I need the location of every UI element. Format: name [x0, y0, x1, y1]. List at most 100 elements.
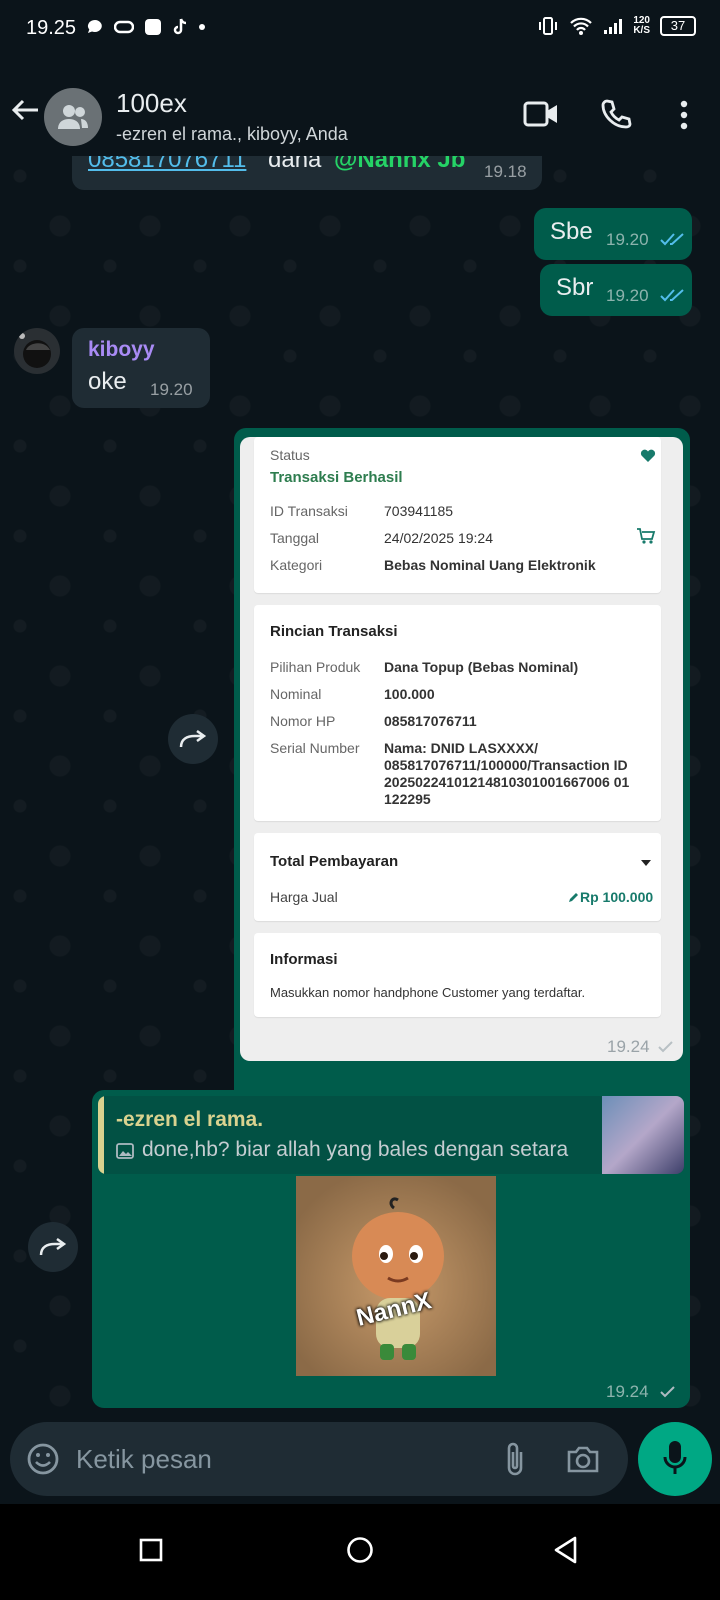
vibrate-icon	[539, 17, 558, 35]
id-value: 703941185	[384, 503, 454, 519]
sender-avatar[interactable]	[14, 328, 60, 374]
chat-notification-icon	[87, 19, 102, 33]
helmet-avatar-icon	[19, 333, 51, 368]
message-time: 19.24	[607, 1037, 650, 1056]
more-notifications-icon	[199, 24, 205, 30]
status-time: 19.25	[26, 17, 77, 39]
message-time: 19.20	[606, 230, 649, 249]
network-speed: 120 K/S	[633, 16, 650, 36]
forward-icon	[179, 729, 207, 748]
receipt-total-card: Total Pembayaran Harga Jual Rp 100.000	[254, 833, 661, 921]
cart-icon	[637, 528, 656, 544]
sender-name[interactable]: kiboyy	[88, 338, 155, 362]
wifi-icon	[570, 17, 593, 35]
price-value: Rp 100.000	[580, 889, 654, 905]
receipt-status-card: Status Transaksi Berhasil ID Transaksi 7…	[254, 437, 661, 593]
quoted-text: done,hb? biar allah yang bales dengan se…	[142, 1138, 569, 1161]
video-call-icon[interactable]	[523, 100, 559, 128]
receipt-details-card: Rincian Transaksi Pilihan Produk Dana To…	[254, 605, 661, 821]
info-text: Masukkan nomor handphone Customer yang t…	[270, 985, 586, 1000]
sticker-image[interactable]: NannX	[296, 1176, 496, 1376]
message-time: 19.20	[150, 380, 193, 399]
message-bubble-out[interactable]: Sbe 19.20	[534, 208, 692, 260]
serial-label: Serial Number	[270, 740, 360, 756]
system-icons: 120 K/S 37	[537, 16, 696, 36]
phone-link[interactable]: 085817076711	[88, 156, 246, 174]
chat-header: 100ex -ezren el rama., kiboyy, Anda	[0, 58, 720, 156]
message-bubble-in[interactable]: kiboyy oke 19.20	[72, 328, 210, 408]
phone-value: 085817076711	[384, 713, 477, 729]
group-title[interactable]: 100ex	[116, 88, 187, 119]
group-members[interactable]: -ezren el rama., kiboyy, Anda	[116, 124, 348, 145]
serial-line-2: 085817076711/100000/Transaction ID	[384, 757, 628, 773]
pencil-icon	[569, 893, 578, 902]
mention-link[interactable]: @Nannx Jb	[334, 156, 465, 174]
message-text: oke	[88, 368, 127, 395]
signal-icon	[604, 19, 623, 34]
message-text: Sbr	[556, 274, 594, 301]
image-icon	[116, 1143, 134, 1159]
id-label: ID Transaksi	[270, 503, 348, 519]
price-label: Harga Jual	[270, 889, 338, 905]
phone-label: Nomor HP	[270, 713, 336, 729]
date-value: 24/02/2025 19:24	[384, 530, 493, 546]
info-title: Informasi	[270, 951, 338, 968]
message-text: Sbe	[550, 218, 593, 245]
read-ticks-icon	[660, 289, 684, 302]
sent-tick-icon	[658, 1041, 673, 1053]
camera-icon[interactable]	[566, 1444, 600, 1474]
microphone-icon	[663, 1441, 687, 1474]
voice-message-button[interactable]	[638, 1422, 712, 1496]
reply-message-bubble[interactable]: -ezren el rama. done,hb? biar allah yang…	[92, 1090, 690, 1408]
nominal-label: Nominal	[270, 686, 322, 702]
quoted-message[interactable]: -ezren el rama. done,hb? biar allah yang…	[98, 1096, 684, 1174]
read-ticks-icon	[660, 233, 684, 246]
quoted-thumbnail	[602, 1096, 684, 1174]
caret-down-icon	[641, 860, 651, 866]
forward-button[interactable]	[28, 1222, 78, 1272]
product-label: Pilihan Produk	[270, 659, 361, 675]
group-avatar[interactable]	[44, 88, 102, 146]
status-value: Transaksi Berhasil	[270, 469, 403, 486]
message-input[interactable]: Ketik pesan	[76, 1444, 212, 1475]
product-value: Dana Topup (Bebas Nominal)	[384, 659, 579, 675]
attach-icon[interactable]	[504, 1440, 526, 1478]
emoji-icon[interactable]	[26, 1442, 60, 1476]
status-bar: 19.25 120 K/S 37	[0, 0, 720, 58]
battery-level: 37	[670, 18, 686, 33]
baby-character-illustration	[352, 1197, 444, 1360]
back-nav-icon[interactable]	[554, 1536, 578, 1564]
total-title: Total Pembayaran	[270, 853, 399, 870]
message-input-bar: Ketik pesan	[10, 1422, 628, 1496]
quoted-sender: -ezren el rama.	[116, 1108, 264, 1131]
game-notification-icon	[114, 20, 134, 34]
quote-bar	[98, 1096, 104, 1174]
back-arrow-icon[interactable]	[10, 98, 40, 122]
forward-button[interactable]	[168, 714, 218, 764]
message-bubble-out[interactable]: Sbr 19.20	[540, 264, 692, 316]
forward-icon	[39, 1237, 67, 1256]
status-label: Status	[270, 447, 310, 463]
voice-call-icon[interactable]	[600, 98, 632, 130]
serial-line-1: Nama: DNID LASXXXX/	[384, 740, 539, 756]
battery-icon: 37	[660, 16, 696, 36]
serial-line-3: 20250224101214810301001667006 01	[384, 774, 630, 790]
app-notification-icon	[145, 19, 161, 35]
category-label: Kategori	[270, 557, 323, 573]
more-options-icon[interactable]	[680, 100, 688, 130]
tiktok-icon	[173, 18, 187, 35]
message-time: 19.24	[606, 1382, 649, 1401]
notification-icons	[86, 18, 206, 36]
recent-apps-icon[interactable]	[139, 1538, 163, 1562]
network-speed-unit: K/S	[633, 25, 650, 36]
heart-icon	[640, 449, 656, 462]
serial-line-4: 122295	[384, 791, 431, 807]
message-text: dana	[268, 156, 322, 173]
group-icon	[58, 105, 88, 129]
system-navigation-bar	[0, 1504, 720, 1600]
receipt-image[interactable]: Status Transaksi Berhasil ID Transaksi 7…	[240, 437, 683, 1061]
sent-tick-icon	[660, 1386, 675, 1398]
category-value: Bebas Nominal Uang Elektronik	[384, 557, 596, 573]
home-icon[interactable]	[346, 1536, 374, 1564]
message-bubble-partial[interactable]: 085817076711 dana @Nannx Jb 19.18	[72, 156, 542, 190]
